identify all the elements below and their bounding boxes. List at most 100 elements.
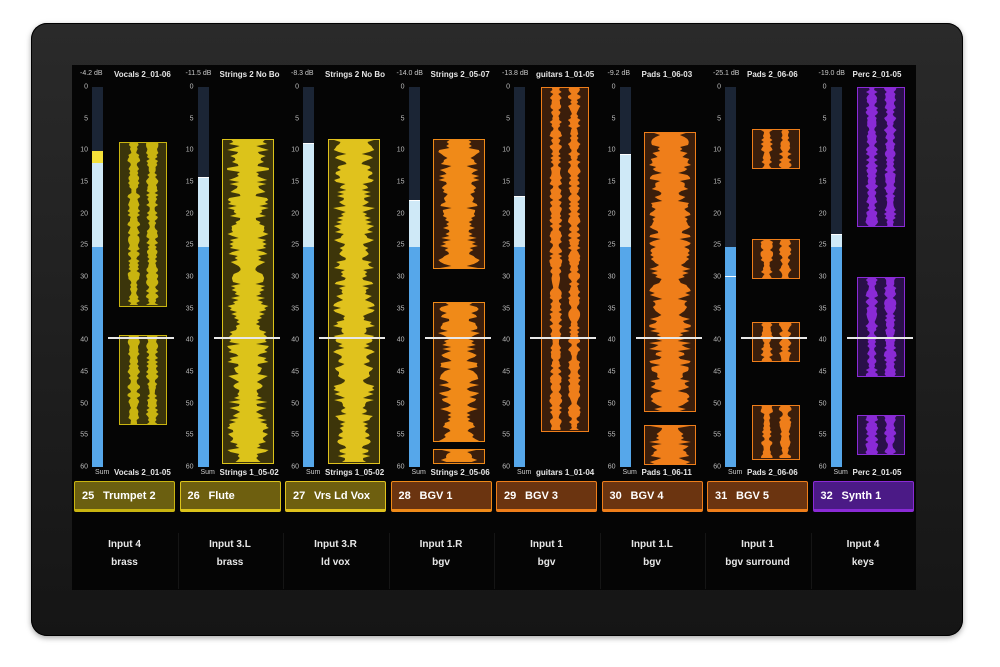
audio-region[interactable] (751, 239, 800, 279)
waveform-lane (425, 87, 494, 467)
meter-fill (197, 246, 209, 467)
strip-divider (494, 533, 495, 589)
scale-tick: 15 (185, 178, 194, 186)
meter-peak-hold (514, 197, 525, 247)
scale-tick: 20 (80, 210, 88, 218)
meter-peak-hold (197, 178, 209, 247)
channel-name-button[interactable]: 28 BGV 1 (390, 481, 492, 512)
audio-region[interactable] (751, 129, 800, 169)
meter-fill (619, 246, 631, 467)
audio-region[interactable] (857, 277, 905, 377)
channel-name-button[interactable]: 27 Vrs Ld Vox (285, 481, 386, 512)
clip-name-top: Pads 1_06-03 (641, 70, 693, 79)
db-scale: 0 5 10 15 20 25 30 35 40 45 50 55 60 (813, 84, 827, 471)
channel-name: BGV 3 (525, 490, 559, 502)
scale-tick: 35 (607, 305, 616, 313)
channel-number: 28 (398, 490, 411, 502)
waveform (760, 130, 792, 168)
group-label: bgv (537, 557, 556, 568)
audio-region[interactable] (433, 302, 485, 442)
group-label: brass (216, 557, 244, 568)
scale-tick: 45 (291, 368, 299, 376)
clip-name-top: Strings 2 No Bo (219, 70, 280, 79)
group-label: bgv surround (725, 557, 790, 568)
scale-tick: 5 (189, 115, 194, 123)
level-meter (514, 87, 525, 467)
io-assignment[interactable]: Input 1.L bgv (600, 533, 705, 589)
db-scale: 0 5 10 15 20 25 30 35 40 45 50 55 60 (391, 84, 405, 471)
scale-tick: 10 (291, 146, 299, 154)
audio-region[interactable] (118, 335, 167, 425)
scale-tick: 35 (818, 305, 827, 313)
audio-region[interactable] (433, 139, 485, 269)
meter-peak-tick (619, 154, 631, 156)
scale-tick: 5 (717, 115, 721, 123)
input-label: Input 1 (741, 539, 774, 550)
audio-region[interactable] (751, 405, 800, 460)
audio-region[interactable] (751, 322, 800, 362)
channel-name-button[interactable]: 32 Synth 1 (812, 481, 914, 512)
audio-region[interactable] (433, 449, 485, 464)
waveform (127, 336, 159, 424)
sum-label: Sum (517, 469, 532, 476)
io-assignment[interactable]: Input 3.L brass (178, 533, 283, 589)
scale-tick: 10 (502, 146, 510, 154)
level-readout: -13.8 dB (502, 70, 529, 77)
channel-name: BGV 5 (736, 490, 770, 502)
io-assignment[interactable]: Input 1 bgv (494, 533, 599, 589)
clip-name-bottom: Perc 2_01-05 (852, 468, 902, 477)
meter-peak-tick (514, 196, 525, 198)
channel-strip: -13.8 dB guitars 1_01-05 0 5 10 15 20 25 30 35 40 4… (494, 65, 599, 590)
audio-region[interactable] (222, 139, 274, 464)
group-label: keys (851, 557, 875, 568)
scale-tick: 10 (80, 146, 88, 154)
level-readout: -11.5 dB (185, 70, 212, 77)
scale-tick: 35 (291, 305, 299, 313)
unity-gain-line (319, 337, 385, 339)
scale-tick: 40 (818, 336, 827, 344)
io-assignment[interactable]: Input 1 bgv surround (705, 533, 810, 589)
audio-region[interactable] (540, 87, 589, 432)
scale-tick: 35 (396, 305, 405, 313)
channel-name-button[interactable]: 30 BGV 4 (601, 481, 703, 512)
scale-tick: 50 (185, 400, 194, 408)
scale-tick: 30 (396, 273, 405, 281)
scale-tick: 20 (713, 210, 721, 218)
channel-name: BGV 4 (630, 490, 664, 502)
channel-name-button[interactable]: 31 BGV 5 (707, 481, 808, 512)
channel-strip: -25.1 dB Pads 2_06-06 0 5 10 15 20 25 30 35 40 45 50… (705, 65, 810, 590)
scale-tick: 10 (818, 146, 827, 154)
io-assignment[interactable]: Input 3.R ld vox (283, 533, 388, 589)
db-scale: 0 5 10 15 20 25 30 35 40 45 50 55 60 (602, 84, 616, 471)
scale-tick: 20 (607, 210, 616, 218)
waveform-lane (214, 87, 283, 467)
clip-name-top: Perc 2_01-05 (852, 70, 902, 79)
scale-tick: 20 (291, 210, 299, 218)
level-meter (408, 87, 420, 467)
scale-tick: 20 (396, 210, 405, 218)
audio-region[interactable] (644, 425, 696, 465)
audio-region[interactable] (644, 132, 696, 412)
scale-tick: 40 (80, 336, 88, 344)
sum-label: Sum (411, 469, 426, 476)
io-assignment[interactable]: Input 1.R bgv (389, 533, 494, 589)
channel-name-button[interactable]: 25 Trumpet 2 (74, 481, 175, 512)
audio-region[interactable] (857, 415, 905, 455)
scale-tick: 30 (818, 273, 827, 281)
channel-name-button[interactable]: 26 Flute (179, 481, 281, 512)
strip-header: -19.0 dB Perc 2_01-05 (811, 70, 916, 82)
level-readout: -8.3 dB (291, 70, 314, 77)
level-readout: -14.0 dB (396, 70, 423, 77)
meter-peak-tick (197, 177, 209, 179)
audio-region[interactable] (118, 142, 167, 307)
channel-name-button[interactable]: 29 BGV 3 (496, 481, 597, 512)
db-scale: 0 5 10 15 20 25 30 35 40 45 50 55 60 (285, 84, 299, 471)
meter-fill (514, 246, 525, 467)
io-assignment[interactable]: Input 4 brass (72, 533, 177, 589)
audio-region[interactable] (327, 139, 380, 464)
waveform (865, 88, 897, 226)
audio-region[interactable] (857, 87, 905, 227)
io-assignment[interactable]: Input 4 keys (811, 533, 916, 589)
scale-tick: 30 (607, 273, 616, 281)
scale-tick: 5 (400, 115, 405, 123)
